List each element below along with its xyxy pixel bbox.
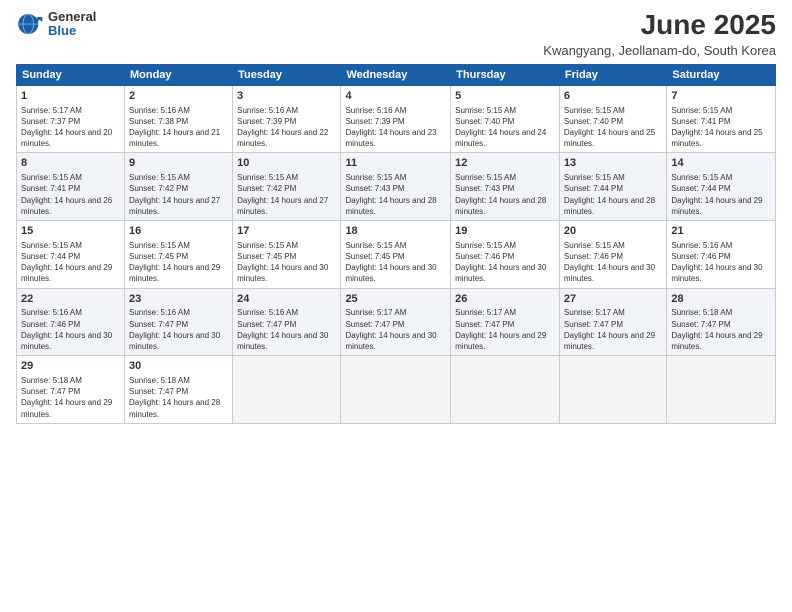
- table-row: 14Sunrise: 5:15 AMSunset: 7:44 PMDayligh…: [667, 153, 776, 221]
- table-row: [667, 356, 776, 424]
- logo-text: General Blue: [48, 10, 96, 39]
- table-row: 30Sunrise: 5:18 AMSunset: 7:47 PMDayligh…: [124, 356, 232, 424]
- table-row: 9Sunrise: 5:15 AMSunset: 7:42 PMDaylight…: [124, 153, 232, 221]
- table-row: 26Sunrise: 5:17 AMSunset: 7:47 PMDayligh…: [451, 288, 560, 356]
- col-monday: Monday: [124, 64, 232, 85]
- header-row: Sunday Monday Tuesday Wednesday Thursday…: [17, 64, 776, 85]
- table-row: 11Sunrise: 5:15 AMSunset: 7:43 PMDayligh…: [341, 153, 451, 221]
- col-wednesday: Wednesday: [341, 64, 451, 85]
- table-row: 7Sunrise: 5:15 AMSunset: 7:41 PMDaylight…: [667, 85, 776, 153]
- logo-blue: Blue: [48, 24, 96, 38]
- col-saturday: Saturday: [667, 64, 776, 85]
- table-row: 19Sunrise: 5:15 AMSunset: 7:46 PMDayligh…: [451, 220, 560, 288]
- table-row: 3Sunrise: 5:16 AMSunset: 7:39 PMDaylight…: [233, 85, 341, 153]
- table-row: 1Sunrise: 5:17 AMSunset: 7:37 PMDaylight…: [17, 85, 125, 153]
- header: General Blue June 2025 Kwangyang, Jeolla…: [16, 10, 776, 58]
- page: General Blue June 2025 Kwangyang, Jeolla…: [0, 0, 792, 612]
- table-row: 8Sunrise: 5:15 AMSunset: 7:41 PMDaylight…: [17, 153, 125, 221]
- table-row: 5Sunrise: 5:15 AMSunset: 7:40 PMDaylight…: [451, 85, 560, 153]
- table-row: 4Sunrise: 5:16 AMSunset: 7:39 PMDaylight…: [341, 85, 451, 153]
- table-row: 10Sunrise: 5:15 AMSunset: 7:42 PMDayligh…: [233, 153, 341, 221]
- calendar-table: Sunday Monday Tuesday Wednesday Thursday…: [16, 64, 776, 424]
- table-row: 22Sunrise: 5:16 AMSunset: 7:46 PMDayligh…: [17, 288, 125, 356]
- logo-general: General: [48, 10, 96, 24]
- table-row: 20Sunrise: 5:15 AMSunset: 7:46 PMDayligh…: [559, 220, 666, 288]
- col-sunday: Sunday: [17, 64, 125, 85]
- table-row: 6Sunrise: 5:15 AMSunset: 7:40 PMDaylight…: [559, 85, 666, 153]
- table-row: 27Sunrise: 5:17 AMSunset: 7:47 PMDayligh…: [559, 288, 666, 356]
- table-row: 17Sunrise: 5:15 AMSunset: 7:45 PMDayligh…: [233, 220, 341, 288]
- location-title: Kwangyang, Jeollanam-do, South Korea: [543, 43, 776, 58]
- logo-icon: [16, 10, 44, 38]
- table-row: 18Sunrise: 5:15 AMSunset: 7:45 PMDayligh…: [341, 220, 451, 288]
- table-row: 28Sunrise: 5:18 AMSunset: 7:47 PMDayligh…: [667, 288, 776, 356]
- table-row: [233, 356, 341, 424]
- table-row: 13Sunrise: 5:15 AMSunset: 7:44 PMDayligh…: [559, 153, 666, 221]
- table-row: [341, 356, 451, 424]
- table-row: 12Sunrise: 5:15 AMSunset: 7:43 PMDayligh…: [451, 153, 560, 221]
- table-row: 21Sunrise: 5:16 AMSunset: 7:46 PMDayligh…: [667, 220, 776, 288]
- table-row: [451, 356, 560, 424]
- col-thursday: Thursday: [451, 64, 560, 85]
- table-row: 16Sunrise: 5:15 AMSunset: 7:45 PMDayligh…: [124, 220, 232, 288]
- logo: General Blue: [16, 10, 96, 39]
- table-row: 29Sunrise: 5:18 AMSunset: 7:47 PMDayligh…: [17, 356, 125, 424]
- month-title: June 2025: [543, 10, 776, 41]
- col-friday: Friday: [559, 64, 666, 85]
- table-row: 24Sunrise: 5:16 AMSunset: 7:47 PMDayligh…: [233, 288, 341, 356]
- table-row: 23Sunrise: 5:16 AMSunset: 7:47 PMDayligh…: [124, 288, 232, 356]
- col-tuesday: Tuesday: [233, 64, 341, 85]
- table-row: 2Sunrise: 5:16 AMSunset: 7:38 PMDaylight…: [124, 85, 232, 153]
- table-row: [559, 356, 666, 424]
- table-row: 15Sunrise: 5:15 AMSunset: 7:44 PMDayligh…: [17, 220, 125, 288]
- title-block: June 2025 Kwangyang, Jeollanam-do, South…: [543, 10, 776, 58]
- table-row: 25Sunrise: 5:17 AMSunset: 7:47 PMDayligh…: [341, 288, 451, 356]
